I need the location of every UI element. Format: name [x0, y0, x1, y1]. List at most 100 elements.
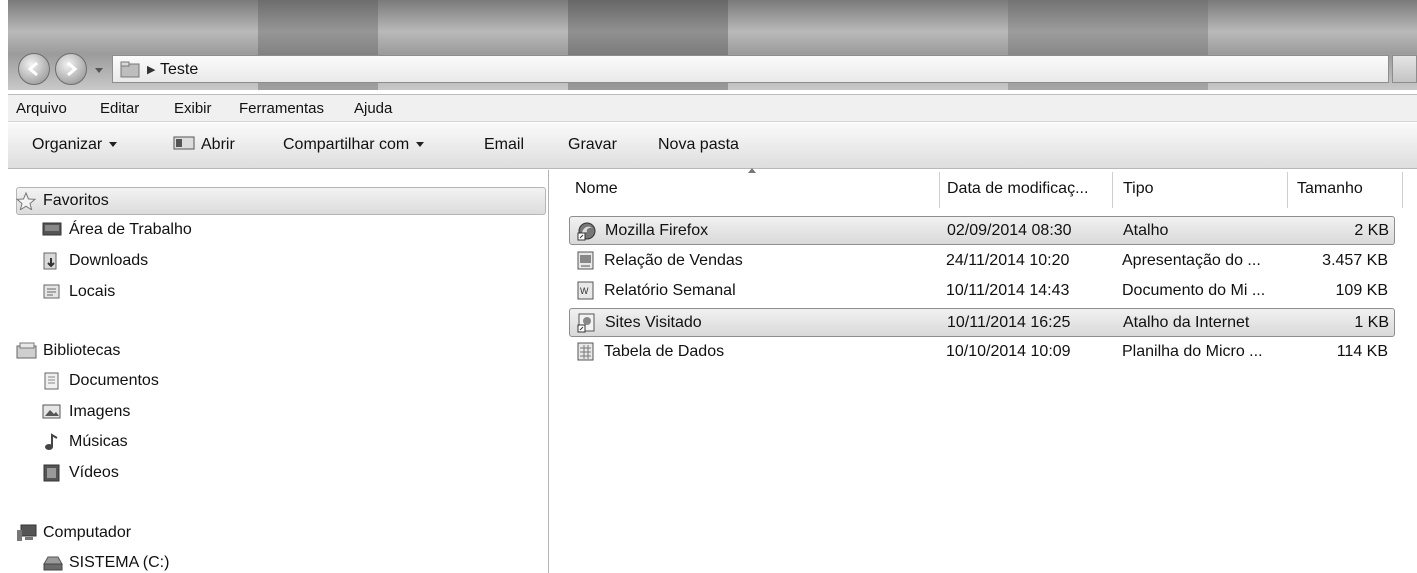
- open-program-icon: [173, 136, 195, 150]
- file-name: Relatório Semanal: [604, 282, 736, 299]
- nav-sistema-c[interactable]: SISTEMA (C:): [43, 554, 170, 572]
- file-type: Atalho: [1123, 222, 1169, 239]
- hard-drive-icon: [43, 556, 63, 571]
- sort-ascending-icon: [748, 168, 756, 173]
- firefox-shortcut-icon: [577, 222, 596, 241]
- file-type: Apresentação do ...: [1122, 252, 1261, 269]
- menu-arquivo[interactable]: Arquivo: [16, 100, 67, 117]
- address-bar-end[interactable]: [1392, 55, 1417, 83]
- dropdown-arrow-icon: [416, 142, 425, 148]
- nav-item-label: Documentos: [69, 372, 159, 389]
- videos-icon: [43, 464, 60, 482]
- file-row[interactable]: Mozilla Firefox 02/09/2014 08:30 Atalho …: [569, 216, 1395, 245]
- column-divider[interactable]: [1402, 172, 1403, 208]
- file-name: Relação de Vendas: [604, 252, 743, 269]
- nav-documentos[interactable]: Documentos: [44, 372, 159, 390]
- back-button[interactable]: [18, 53, 50, 85]
- file-size: 1 KB: [1354, 314, 1389, 331]
- organize-button[interactable]: Organizar: [32, 136, 118, 154]
- breadcrumb-teste[interactable]: Teste: [160, 61, 198, 79]
- file-row[interactable]: Relação de Vendas 24/11/2014 10:20 Apres…: [569, 247, 1395, 276]
- presentation-file-icon: [577, 251, 594, 270]
- column-header-size[interactable]: Tamanho: [1297, 180, 1363, 198]
- dropdown-arrow-icon: [109, 142, 118, 148]
- nav-bibliotecas[interactable]: Bibliotecas: [16, 342, 121, 360]
- column-divider[interactable]: [939, 172, 940, 208]
- svg-text:W: W: [580, 286, 589, 296]
- music-icon: [45, 433, 58, 450]
- column-divider[interactable]: [1112, 172, 1113, 208]
- word-document-icon: W: [577, 281, 594, 300]
- file-date: 24/11/2014 10:20: [946, 252, 1070, 269]
- desktop-icon: [42, 222, 62, 236]
- favorites-label: Favoritos: [43, 192, 109, 209]
- organize-label: Organizar: [32, 136, 103, 153]
- nav-downloads[interactable]: Downloads: [43, 252, 149, 270]
- file-type: Documento do Mi ...: [1122, 282, 1266, 299]
- folder-icon: [120, 61, 140, 78]
- nav-locais[interactable]: Locais: [43, 283, 116, 301]
- nav-imagens[interactable]: Imagens: [42, 403, 131, 421]
- file-row[interactable]: W Relatório Semanal 10/11/2014 14:43 Doc…: [569, 277, 1395, 306]
- file-row[interactable]: Sites Visitado 10/11/2014 16:25 Atalho d…: [569, 308, 1395, 337]
- file-size: 3.457 KB: [1322, 252, 1388, 269]
- nav-item-label: SISTEMA (C:): [69, 554, 170, 571]
- nav-item-label: Imagens: [69, 403, 131, 420]
- open-label: Abrir: [201, 136, 235, 153]
- star-icon: [16, 192, 36, 210]
- nav-favoritos[interactable]: Favoritos: [16, 192, 109, 210]
- email-button[interactable]: Email: [484, 136, 524, 154]
- nav-area-de-trabalho[interactable]: Área de Trabalho: [42, 221, 192, 239]
- nav-item-label: Músicas: [69, 433, 128, 450]
- file-date: 10/11/2014 14:43: [946, 282, 1070, 299]
- nav-videos[interactable]: Vídeos: [43, 464, 119, 482]
- computer-icon: [17, 524, 37, 541]
- command-bar: Organizar Abrir Compartilhar com Email G…: [8, 123, 1417, 169]
- column-header-date[interactable]: Data de modificaç...: [947, 180, 1088, 198]
- open-button[interactable]: Abrir: [173, 136, 235, 154]
- pictures-icon: [42, 404, 61, 419]
- file-row[interactable]: Tabela de Dados 10/10/2014 10:09 Planilh…: [569, 338, 1395, 367]
- libraries-icon: [16, 342, 37, 359]
- file-date: 10/11/2014 16:25: [947, 314, 1071, 331]
- forward-button[interactable]: [55, 53, 87, 85]
- navigation-pane: Favoritos Área de Trabalho Downloads Loc…: [8, 170, 549, 573]
- column-header-type[interactable]: Tipo: [1123, 180, 1154, 198]
- menu-bar: Arquivo Editar Exibir Ferramentas Ajuda: [8, 94, 1417, 122]
- new-folder-button[interactable]: Nova pasta: [658, 136, 739, 154]
- file-size: 109 KB: [1335, 282, 1388, 299]
- file-size: 2 KB: [1354, 222, 1389, 239]
- column-header-name[interactable]: Nome: [575, 180, 618, 198]
- internet-shortcut-icon: [577, 313, 595, 333]
- computer-label: Computador: [43, 524, 132, 541]
- menu-editar[interactable]: Editar: [100, 100, 139, 117]
- file-date: 02/09/2014 08:30: [947, 222, 1072, 239]
- forward-arrow-icon: [67, 61, 78, 77]
- address-bar[interactable]: ▶ Teste: [112, 55, 1389, 83]
- burn-button[interactable]: Gravar: [568, 136, 617, 154]
- menu-ferramentas[interactable]: Ferramentas: [239, 100, 324, 117]
- libraries-label: Bibliotecas: [43, 342, 121, 359]
- nav-item-label: Vídeos: [69, 464, 119, 481]
- menu-ajuda[interactable]: Ajuda: [354, 100, 392, 117]
- menu-exibir[interactable]: Exibir: [174, 100, 212, 117]
- share-label: Compartilhar com: [283, 136, 410, 153]
- documents-icon: [44, 372, 59, 390]
- nav-computador[interactable]: Computador: [17, 524, 132, 542]
- file-size: 114 KB: [1336, 343, 1388, 360]
- nav-item-label: Downloads: [69, 252, 149, 269]
- file-name: Mozilla Firefox: [605, 222, 709, 239]
- recent-places-icon: [43, 284, 60, 299]
- file-name: Sites Visitado: [605, 314, 702, 331]
- recent-pages-dropdown[interactable]: [94, 67, 104, 75]
- column-divider[interactable]: [1287, 172, 1288, 208]
- spreadsheet-file-icon: [577, 342, 594, 361]
- file-date: 10/10/2014 10:09: [946, 343, 1071, 360]
- file-type: Planilha do Micro ...: [1122, 343, 1263, 360]
- nav-item-label: Locais: [69, 283, 116, 300]
- share-with-button[interactable]: Compartilhar com: [283, 136, 425, 154]
- back-arrow-icon: [27, 61, 38, 77]
- nav-musicas[interactable]: Músicas: [45, 433, 128, 451]
- breadcrumb-separator-icon[interactable]: ▶: [147, 63, 155, 76]
- file-type: Atalho da Internet: [1123, 314, 1250, 331]
